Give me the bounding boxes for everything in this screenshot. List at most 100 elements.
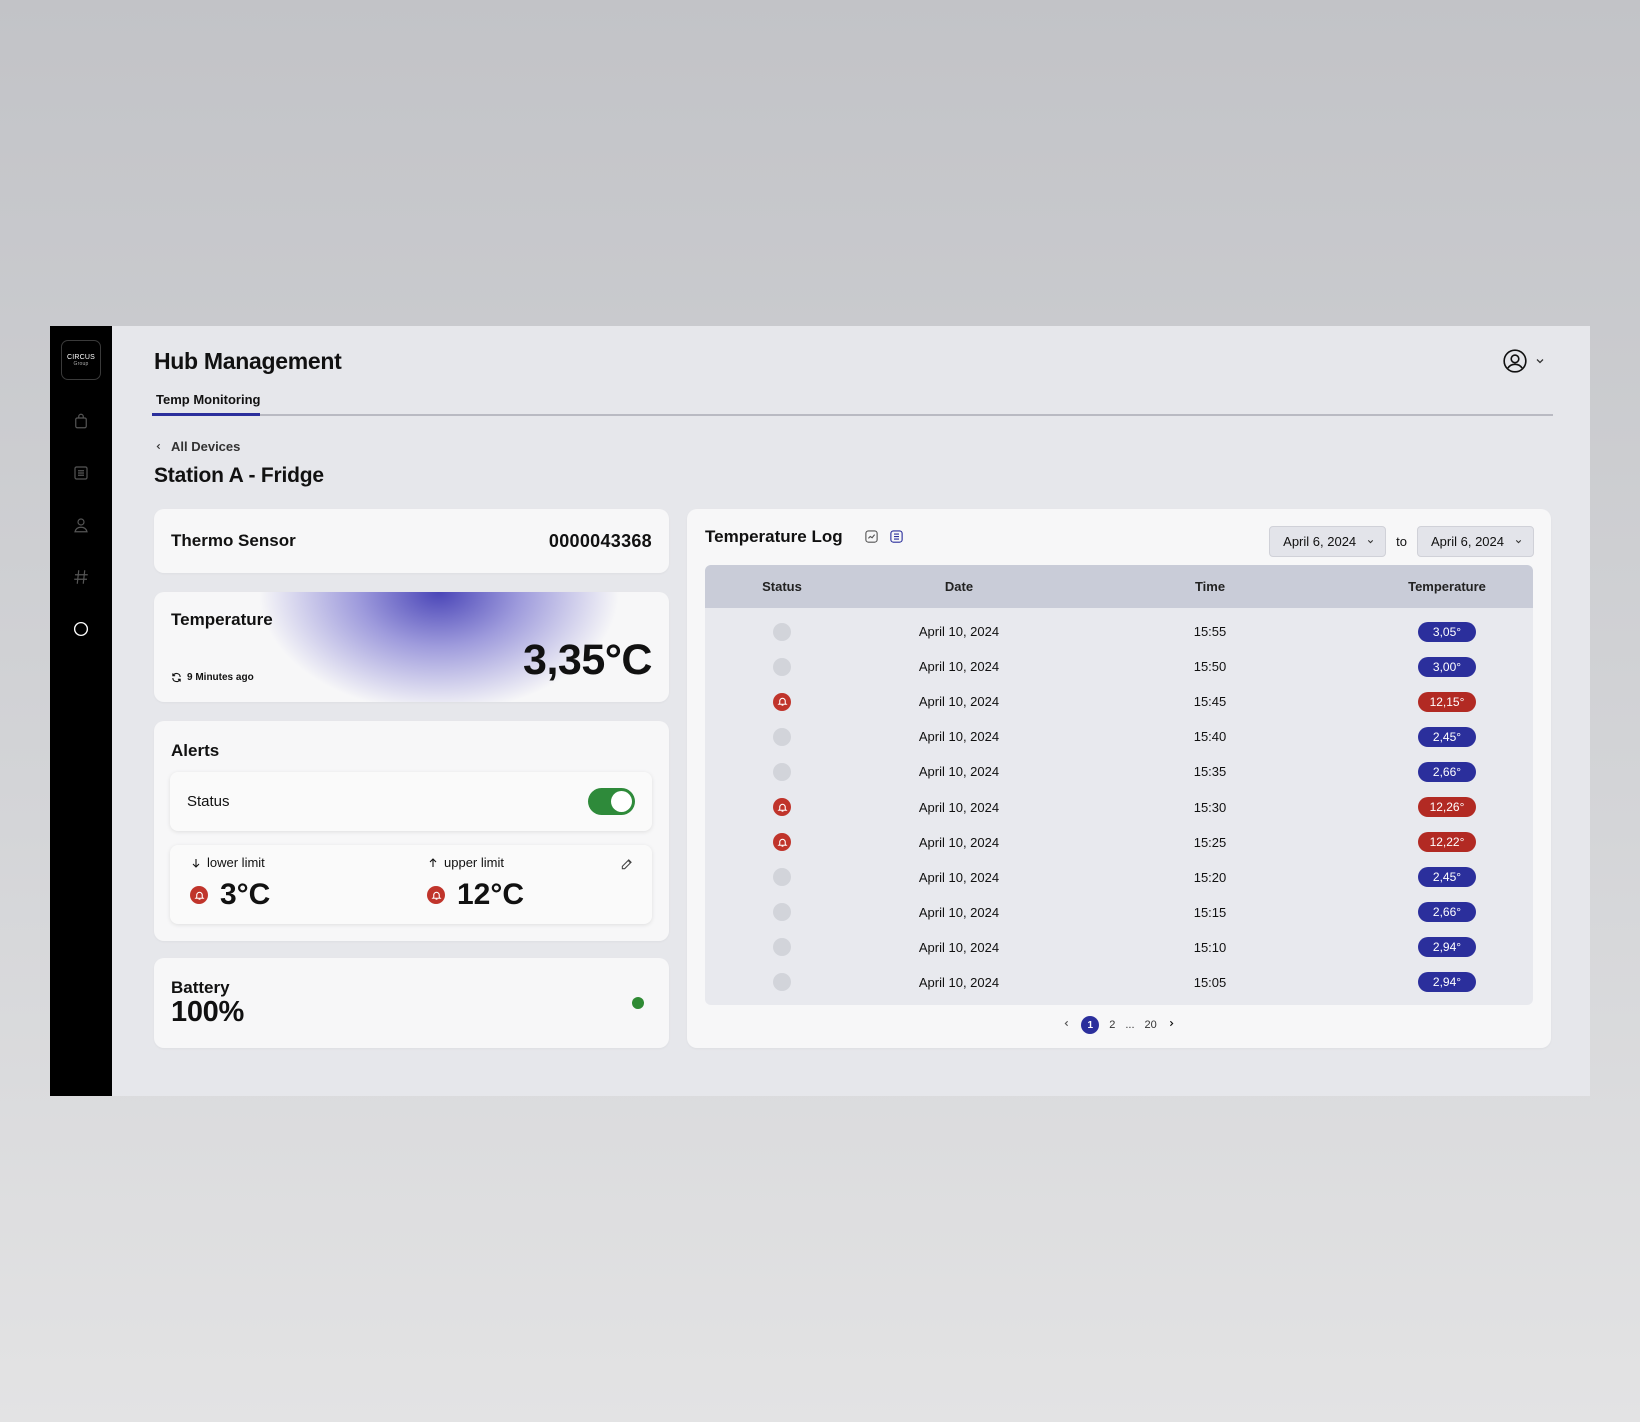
chevron-down-icon bbox=[1536, 359, 1544, 364]
tab-bar: Temp Monitoring bbox=[152, 392, 1553, 416]
brand-logo[interactable]: CIRCUS Group bbox=[61, 340, 101, 380]
row-time: 15:30 bbox=[1193, 799, 1227, 815]
edit-limits-button[interactable] bbox=[620, 857, 634, 876]
page-current[interactable]: 1 bbox=[1081, 1016, 1100, 1034]
alert-status-row: Status bbox=[170, 772, 652, 831]
temperature-pill: 2,94° bbox=[1418, 972, 1476, 993]
page-title: Hub Management bbox=[154, 348, 342, 374]
sidebar-item-bag[interactable] bbox=[70, 410, 92, 432]
alert-status-label: Status bbox=[187, 793, 230, 810]
temperature-log-card: Temperature Log April 6, 2024 to April 6… bbox=[687, 509, 1551, 1048]
col-temperature[interactable]: Temperature bbox=[1361, 579, 1533, 594]
temperature-pill: 12,15° bbox=[1418, 691, 1476, 712]
list-view-button[interactable] bbox=[889, 529, 904, 549]
temperature-pill: 12,26° bbox=[1418, 797, 1476, 818]
row-time: 15:50 bbox=[1193, 659, 1227, 675]
alert-status-toggle[interactable] bbox=[588, 788, 635, 815]
from-date-value: April 6, 2024 bbox=[1283, 534, 1357, 549]
sidebar-item-circle[interactable] bbox=[70, 618, 92, 640]
next-page-button[interactable] bbox=[1167, 1019, 1176, 1031]
row-date: April 10, 2024 bbox=[918, 764, 1000, 780]
status-dot bbox=[773, 622, 791, 641]
breadcrumb-label: All Devices bbox=[171, 439, 241, 454]
sidebar-item-user[interactable] bbox=[70, 514, 92, 536]
temperature-pill: 3,00° bbox=[1418, 656, 1476, 677]
row-status bbox=[705, 727, 859, 746]
battery-card: Battery 100% bbox=[154, 958, 669, 1048]
sidebar-item-hash[interactable] bbox=[70, 566, 92, 588]
user-menu[interactable] bbox=[1502, 348, 1546, 374]
table-row: April 10, 2024 15:25 12,22° bbox=[705, 825, 1533, 860]
row-date: April 10, 2024 bbox=[918, 974, 1000, 990]
log-table: Status Date Time Temperature April 10, 2… bbox=[705, 565, 1533, 1005]
temperature-pill: 2,66° bbox=[1418, 902, 1476, 923]
table-row: April 10, 2024 15:35 2,66° bbox=[705, 754, 1533, 789]
chevron-right-icon bbox=[1169, 1020, 1174, 1027]
row-temperature-cell: 3,00° bbox=[1361, 656, 1533, 677]
status-dot bbox=[773, 903, 791, 922]
bell-icon bbox=[773, 692, 791, 711]
table-row: April 10, 2024 15:30 12,26° bbox=[705, 789, 1533, 824]
row-time: 15:05 bbox=[1193, 974, 1227, 990]
to-date-select[interactable]: April 6, 2024 bbox=[1417, 526, 1534, 557]
sidebar-item-list[interactable] bbox=[70, 462, 92, 484]
row-status bbox=[705, 657, 859, 676]
from-date-select[interactable]: April 6, 2024 bbox=[1269, 526, 1387, 557]
col-time[interactable]: Time bbox=[1059, 579, 1361, 594]
table-row: April 10, 2024 15:50 3,00° bbox=[705, 649, 1533, 684]
alerts-label: Alerts bbox=[171, 741, 220, 760]
row-time: 15:15 bbox=[1193, 904, 1227, 920]
row-date: April 10, 2024 bbox=[918, 904, 1000, 920]
bag-icon bbox=[75, 413, 87, 429]
status-dot bbox=[773, 868, 791, 887]
row-temperature-cell: 12,26° bbox=[1361, 797, 1533, 818]
temperature-pill: 2,45° bbox=[1418, 867, 1476, 888]
temperature-label: Temperature bbox=[171, 610, 273, 629]
row-date: April 10, 2024 bbox=[918, 729, 1000, 745]
upper-limit-value-row: 12°C bbox=[427, 878, 524, 912]
user-icon bbox=[74, 518, 88, 533]
row-status bbox=[705, 833, 859, 852]
list-icon bbox=[74, 466, 88, 480]
bell-icon bbox=[427, 886, 445, 904]
row-time: 15:20 bbox=[1193, 869, 1227, 885]
row-temperature-cell: 12,15° bbox=[1361, 691, 1533, 712]
table-row: April 10, 2024 15:05 2,94° bbox=[705, 965, 1533, 1000]
chevron-left-icon bbox=[156, 443, 161, 450]
status-dot bbox=[773, 657, 791, 676]
row-date: April 10, 2024 bbox=[918, 624, 1000, 640]
battery-value: 100% bbox=[171, 996, 244, 1028]
breadcrumb[interactable]: All Devices bbox=[154, 439, 240, 454]
tab-active-indicator bbox=[152, 413, 260, 416]
battery-label: Battery bbox=[171, 978, 230, 997]
row-temperature-cell: 2,66° bbox=[1361, 761, 1533, 782]
battery-status-dot bbox=[632, 997, 644, 1009]
col-date[interactable]: Date bbox=[859, 579, 1059, 594]
sensor-label: Thermo Sensor bbox=[171, 531, 296, 550]
page-ellipsis: ... bbox=[1125, 1019, 1135, 1031]
row-time: 15:40 bbox=[1193, 729, 1227, 745]
table-row: April 10, 2024 15:15 2,66° bbox=[705, 895, 1533, 930]
row-status bbox=[705, 868, 859, 887]
chart-view-button[interactable] bbox=[864, 529, 879, 549]
status-dot bbox=[773, 727, 791, 746]
bell-icon bbox=[773, 833, 791, 852]
page-next-number[interactable]: 2 bbox=[1109, 1019, 1115, 1031]
pencil-icon bbox=[621, 859, 632, 870]
row-status bbox=[705, 692, 859, 711]
row-time: 15:35 bbox=[1193, 764, 1227, 780]
main-content: Hub Management Temp Monitoring All Devic… bbox=[112, 326, 1590, 1096]
col-status[interactable]: Status bbox=[705, 579, 859, 594]
status-dot bbox=[773, 973, 791, 992]
row-date: April 10, 2024 bbox=[918, 834, 1000, 850]
row-date: April 10, 2024 bbox=[918, 659, 1000, 675]
row-time: 15:25 bbox=[1193, 834, 1227, 850]
chevron-down-icon bbox=[1515, 540, 1522, 544]
temperature-value: 3,35°C bbox=[523, 636, 652, 684]
last-updated: 9 Minutes ago bbox=[171, 672, 254, 683]
table-row: April 10, 2024 15:10 2,94° bbox=[705, 930, 1533, 965]
status-dot bbox=[773, 762, 791, 781]
prev-page-button[interactable] bbox=[1062, 1019, 1071, 1031]
to-date-value: April 6, 2024 bbox=[1431, 534, 1504, 549]
page-last[interactable]: 20 bbox=[1145, 1019, 1157, 1031]
